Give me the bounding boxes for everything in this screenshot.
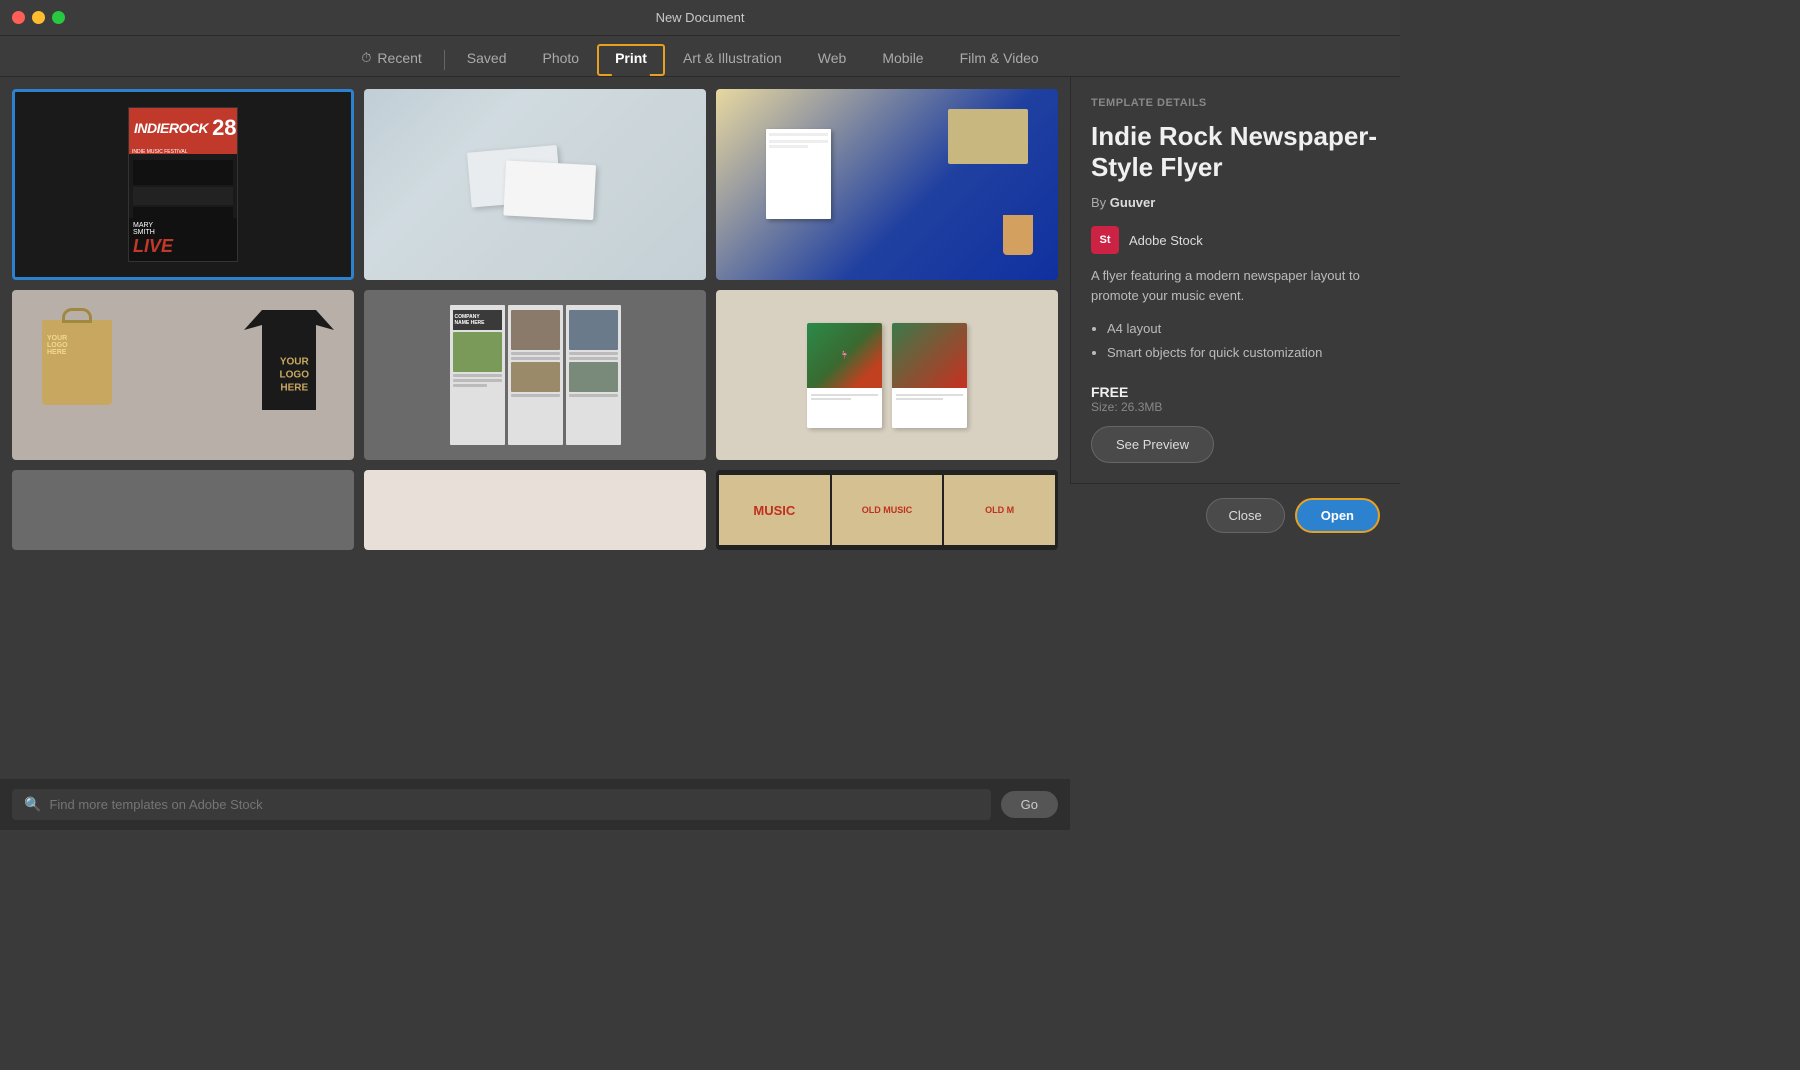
template-thumbnail-stationery: [716, 89, 1058, 280]
adobe-stock-icon: St: [1091, 226, 1119, 254]
tab-web-label: Web: [818, 50, 847, 66]
template-price-section: FREE Size: 26.3MB: [1091, 376, 1380, 414]
tab-art-label: Art & Illustration: [683, 50, 782, 66]
right-panel: TEMPLATE DETAILS Indie Rock Newspaper-St…: [1070, 77, 1400, 483]
template-description: A flyer featuring a modern newspaper lay…: [1091, 266, 1380, 305]
close-button[interactable]: Close: [1206, 498, 1285, 533]
minimize-traffic-light[interactable]: [32, 11, 45, 24]
search-input-wrapper: 🔍: [12, 789, 991, 820]
template-thumbnail-marble: [364, 89, 706, 280]
template-author-name: Guuver: [1110, 195, 1156, 210]
template-price: FREE: [1091, 384, 1380, 400]
main-content: INDIEROCK 28 INDIE MUSIC FESTIVAL MARYSM…: [0, 77, 1400, 830]
tab-art[interactable]: Art & Illustration: [665, 44, 800, 76]
template-card-flamingo[interactable]: 🦩: [716, 290, 1058, 460]
template-size: Size: 26.3MB: [1091, 400, 1380, 414]
template-thumbnail-indie-rock: INDIEROCK 28 INDIE MUSIC FESTIVAL MARYSM…: [15, 92, 351, 277]
template-card-trifold[interactable]: COMPANYNAME HERE: [364, 290, 706, 460]
template-thumbnail-partial1: [12, 470, 354, 550]
tab-mobile-label: Mobile: [882, 50, 923, 66]
template-author: By Guuver: [1091, 195, 1380, 210]
tab-saved-label: Saved: [467, 50, 507, 66]
template-thumbnail-partial2: [364, 470, 706, 550]
feature-a4: A4 layout: [1107, 317, 1380, 340]
template-details-label: TEMPLATE DETAILS: [1091, 97, 1380, 109]
template-thumbnail-flamingo: 🦩: [716, 290, 1058, 460]
tab-film-label: Film & Video: [960, 50, 1039, 66]
tab-film[interactable]: Film & Video: [942, 44, 1057, 76]
tab-recent-label: Recent: [377, 50, 421, 66]
template-card-indie-rock[interactable]: INDIEROCK 28 INDIE MUSIC FESTIVAL MARYSM…: [12, 89, 354, 280]
traffic-lights: [12, 11, 65, 24]
title-bar: New Document: [0, 0, 1400, 36]
close-traffic-light[interactable]: [12, 11, 25, 24]
template-features: A4 layout Smart objects for quick custom…: [1091, 317, 1380, 364]
template-grid-area: INDIEROCK 28 INDIE MUSIC FESTIVAL MARYSM…: [0, 77, 1070, 779]
window-title: New Document: [656, 10, 745, 25]
maximize-traffic-light[interactable]: [52, 11, 65, 24]
tab-print[interactable]: Print: [597, 44, 665, 76]
template-thumbnail-retail: YOURLOGOHERE YOURLOGOHERE: [12, 290, 354, 460]
search-input[interactable]: [49, 797, 978, 812]
template-label-indie-rock: Indie Rock Newspaper-Style Flyer FREE: [15, 277, 351, 280]
template-card-partial3[interactable]: MUSIC OLD MUSIC OLD M: [716, 470, 1058, 550]
open-button[interactable]: Open: [1295, 498, 1380, 533]
template-thumbnail-partial3: MUSIC OLD MUSIC OLD M: [716, 470, 1058, 550]
tab-photo-label: Photo: [542, 50, 579, 66]
tab-saved[interactable]: Saved: [449, 44, 525, 76]
tab-print-label: Print: [615, 50, 647, 66]
template-title: Indie Rock Newspaper-Style Flyer: [1091, 121, 1380, 183]
bottom-buttons: Close Open: [1070, 483, 1400, 547]
search-bar: 🔍 Go: [0, 779, 1070, 830]
feature-smart: Smart objects for quick customization: [1107, 341, 1380, 364]
tab-web[interactable]: Web: [800, 44, 865, 76]
adobe-stock-label: Adobe Stock: [1129, 233, 1203, 248]
template-thumbnail-trifold: COMPANYNAME HERE: [364, 290, 706, 460]
template-card-partial1[interactable]: [12, 470, 354, 550]
nav-divider: [444, 50, 445, 70]
template-card-retail[interactable]: YOURLOGOHERE YOURLOGOHERE Retail Brandin…: [12, 290, 354, 460]
template-grid: INDIEROCK 28 INDIE MUSIC FESTIVAL MARYSM…: [12, 89, 1058, 550]
see-preview-button[interactable]: See Preview: [1091, 426, 1214, 463]
search-go-button[interactable]: Go: [1001, 791, 1058, 818]
clock-icon: ⏱: [361, 50, 371, 66]
template-card-partial2[interactable]: [364, 470, 706, 550]
template-card-stationery[interactable]: Stationery Branding Scene Mock... FREE: [716, 89, 1058, 280]
adobe-stock-row: St Adobe Stock: [1091, 226, 1380, 254]
indie-flyer: INDIEROCK 28 INDIE MUSIC FESTIVAL MARYSM…: [128, 107, 238, 262]
tab-photo[interactable]: Photo: [524, 44, 597, 76]
tab-recent[interactable]: ⏱ Recent: [343, 44, 440, 76]
search-icon: 🔍: [24, 796, 41, 813]
nav-tabs: ⏱ Recent Saved Photo Print Art & Illustr…: [0, 36, 1400, 77]
template-card-marble[interactable]: Marbled Business Card FREE: [364, 89, 706, 280]
tab-mobile[interactable]: Mobile: [864, 44, 941, 76]
